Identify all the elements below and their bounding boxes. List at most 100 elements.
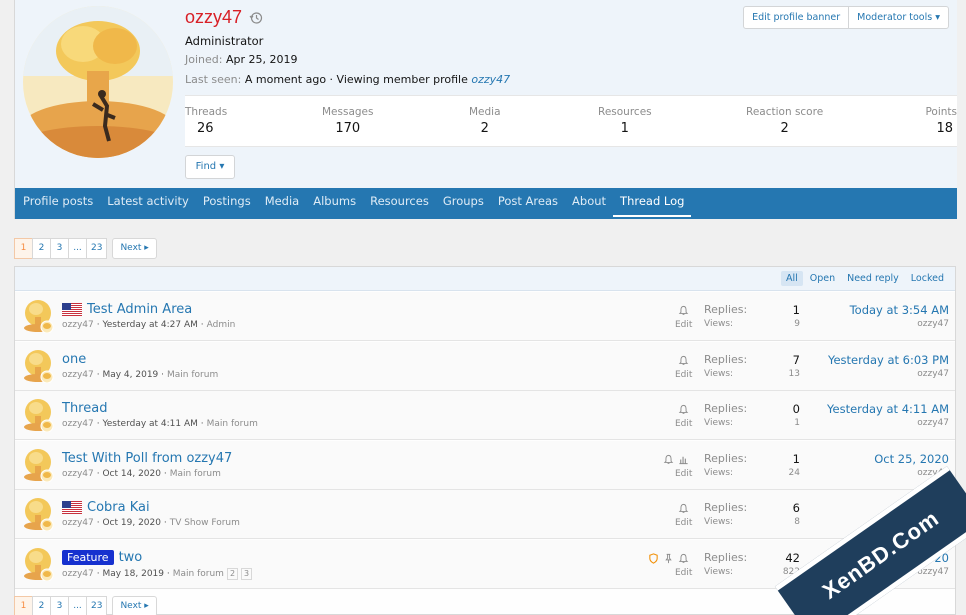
thread-meta: ozzy47 · May 18, 2019 · Main forum 2 3: [62, 568, 253, 580]
filter-locked[interactable]: Locked: [906, 271, 949, 286]
tab-profile-posts[interactable]: Profile posts: [16, 188, 100, 219]
page-link[interactable]: 3: [50, 238, 69, 259]
edit-link[interactable]: Edit: [675, 370, 692, 380]
tab-about[interactable]: About: [565, 188, 613, 219]
thread-title[interactable]: Test With Poll from ozzy47: [62, 451, 232, 466]
thread-author[interactable]: ozzy47: [62, 419, 94, 429]
thread-row[interactable]: one ozzy47 · May 4, 2019 · Main forum Edit Re…: [15, 341, 955, 391]
thread-forum[interactable]: Main forum: [167, 370, 218, 380]
page-link[interactable]: 23: [86, 238, 108, 259]
thread-forum[interactable]: Main forum: [170, 469, 221, 479]
thread-page-link[interactable]: 3: [241, 568, 253, 580]
bell-icon[interactable]: [663, 454, 674, 466]
thread-title[interactable]: two: [119, 550, 143, 565]
tab-thread-log[interactable]: Thread Log: [613, 188, 692, 217]
edit-link[interactable]: Edit: [675, 469, 692, 479]
username[interactable]: ozzy47: [185, 7, 242, 28]
stat-reaction-score[interactable]: Reaction score 2: [746, 106, 823, 136]
thread-avatar[interactable]: [22, 547, 54, 582]
thread-row[interactable]: Thread ozzy47 · Yesterday at 4:11 AM · Main…: [15, 391, 955, 441]
thread-title[interactable]: one: [62, 352, 86, 367]
history-icon[interactable]: [249, 11, 263, 25]
thread-page-link[interactable]: 2: [226, 568, 239, 580]
next-page-button[interactable]: Next ▸: [112, 596, 157, 615]
last-post-user[interactable]: ozzy47: [917, 418, 949, 428]
edit-link[interactable]: Edit: [675, 320, 692, 330]
bell-icon[interactable]: [678, 553, 689, 565]
thread-forum[interactable]: Admin: [207, 320, 236, 330]
last-post-date[interactable]: Oct 25, 2020: [874, 452, 949, 466]
avatar[interactable]: [23, 6, 173, 158]
thread-avatar[interactable]: [22, 497, 54, 532]
tab-post-areas[interactable]: Post Areas: [491, 188, 565, 219]
thread-author[interactable]: ozzy47: [62, 469, 94, 479]
last-post-date[interactable]: Yesterday at 6:03 PM: [828, 353, 949, 367]
tab-postings[interactable]: Postings: [196, 188, 258, 219]
moderator-tools-button[interactable]: Moderator tools ▾: [848, 7, 948, 28]
page-link[interactable]: 23: [86, 596, 108, 615]
next-page-button[interactable]: Next ▸: [112, 238, 157, 259]
thread-author[interactable]: ozzy47: [62, 370, 94, 380]
us-flag-icon: [62, 501, 87, 515]
thread-avatar[interactable]: [22, 448, 54, 483]
views-count: 8: [794, 517, 800, 528]
thread-row[interactable]: Test With Poll from ozzy47 ozzy47 · Oct 14…: [15, 440, 955, 490]
bell-icon[interactable]: [678, 355, 689, 367]
page-skip[interactable]: ...: [68, 596, 87, 615]
thread-title[interactable]: Test Admin Area: [87, 302, 192, 317]
last-post-date[interactable]: Today at 3:54 AM: [850, 303, 949, 317]
stat-value: 2: [780, 121, 789, 136]
last-post-date[interactable]: Yesterday at 4:11 AM: [827, 402, 949, 416]
edit-banner-button[interactable]: Edit profile banner: [744, 7, 848, 28]
last-seen-link[interactable]: ozzy47: [471, 73, 510, 86]
last-post-user[interactable]: ozzy47: [917, 319, 949, 329]
page-link[interactable]: 2: [32, 238, 51, 259]
edit-link[interactable]: Edit: [675, 568, 692, 578]
thread-author[interactable]: ozzy47: [62, 569, 94, 579]
tab-albums[interactable]: Albums: [306, 188, 363, 219]
thread-title[interactable]: Thread: [62, 401, 107, 416]
thread-avatar[interactable]: [22, 398, 54, 433]
replies-label: Replies:: [704, 352, 748, 366]
stat-media[interactable]: Media 2: [469, 106, 501, 136]
bell-icon[interactable]: [678, 503, 689, 515]
thread-avatar[interactable]: [22, 299, 54, 334]
tab-groups[interactable]: Groups: [436, 188, 491, 219]
bell-icon[interactable]: [678, 305, 689, 317]
thread-title-line: Cobra Kai: [62, 500, 150, 515]
thread-forum[interactable]: Main forum: [207, 419, 258, 429]
tab-latest-activity[interactable]: Latest activity: [100, 188, 196, 219]
thread-date: · Oct 14, 2020 ·: [96, 468, 167, 479]
thread-row[interactable]: Test Admin Area ozzy47 · Yesterday at 4:27…: [15, 292, 955, 341]
tab-media[interactable]: Media: [258, 188, 307, 219]
edit-link[interactable]: Edit: [675, 419, 692, 429]
page-link[interactable]: 2: [32, 596, 51, 615]
last-post-user[interactable]: ozzy47: [917, 369, 949, 379]
thread-avatar[interactable]: [22, 349, 54, 384]
joined-label: Joined:: [185, 53, 223, 66]
page-link[interactable]: 1: [14, 238, 33, 259]
stat-threads[interactable]: Threads 26: [185, 106, 227, 136]
views-label: Views:: [704, 567, 734, 577]
stat-resources[interactable]: Resources 1: [598, 106, 652, 136]
page-link[interactable]: 1: [14, 596, 33, 615]
tab-resources[interactable]: Resources: [363, 188, 436, 219]
filter-need-reply[interactable]: Need reply: [842, 271, 904, 286]
filter-all[interactable]: All: [780, 271, 803, 286]
thread-forum[interactable]: TV Show Forum: [170, 518, 240, 528]
stat-points[interactable]: Points 18: [925, 106, 957, 136]
thread-row[interactable]: Cobra Kai ozzy47 · Oct 19, 2020 · TV Show F…: [15, 490, 955, 540]
thread-title[interactable]: Cobra Kai: [87, 500, 150, 515]
bell-icon[interactable]: [678, 404, 689, 416]
last-seen-value: A moment ago · Viewing member profile: [244, 73, 468, 86]
edit-link[interactable]: Edit: [675, 518, 692, 528]
page-link[interactable]: 3: [50, 596, 69, 615]
thread-forum[interactable]: Main forum: [173, 569, 224, 579]
thread-prefix[interactable]: Feature: [62, 550, 114, 565]
thread-author[interactable]: ozzy47: [62, 518, 94, 528]
page-skip[interactable]: ...: [68, 238, 87, 259]
filter-open[interactable]: Open: [805, 271, 840, 286]
find-button[interactable]: Find ▾: [185, 155, 235, 179]
thread-author[interactable]: ozzy47: [62, 320, 94, 330]
stat-messages[interactable]: Messages 170: [322, 106, 374, 136]
